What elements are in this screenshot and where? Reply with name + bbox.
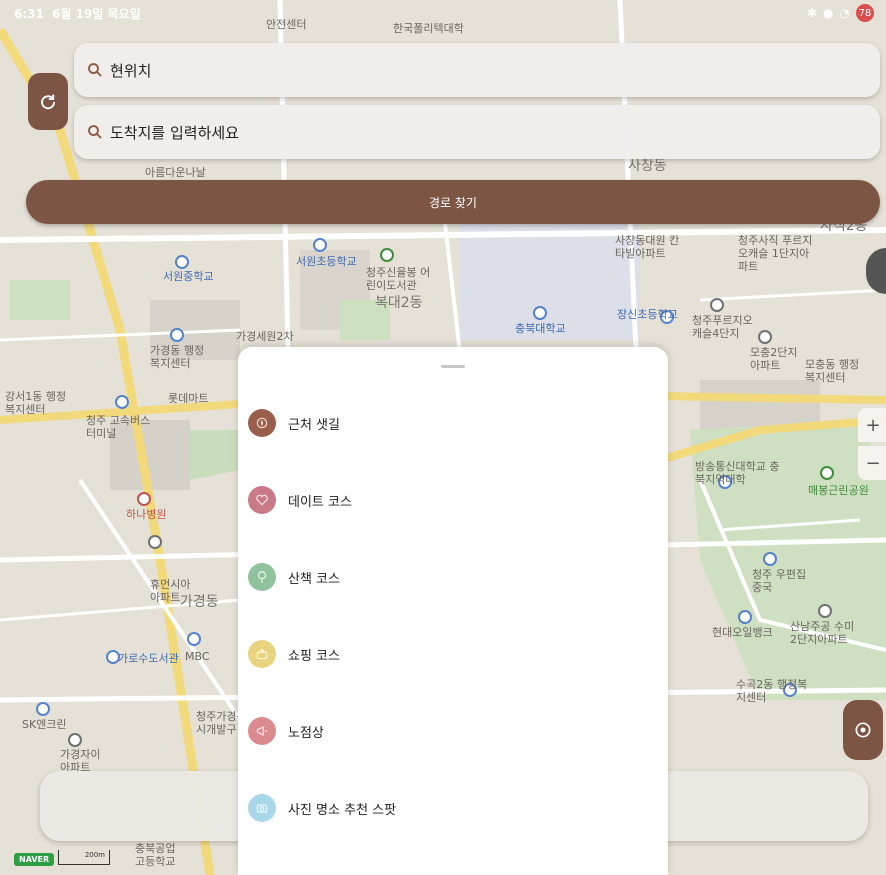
my-location-button[interactable]: [843, 700, 883, 760]
map-label: 가로수도서관: [118, 652, 179, 665]
map-poi[interactable]: [187, 632, 201, 646]
map-label: 사창동: [628, 158, 667, 174]
map-label: 하나병원: [126, 508, 167, 521]
map-poi[interactable]: [170, 328, 184, 342]
map-poi[interactable]: [115, 395, 129, 409]
camera-icon: [248, 794, 276, 822]
find-route-button[interactable]: 경로 찾기: [26, 180, 880, 224]
map-poi[interactable]: [738, 610, 752, 624]
option-shopping-course[interactable]: 쇼핑 코스: [248, 630, 548, 678]
origin-text: 현위치: [110, 61, 152, 80]
map-label: 서원중학교: [163, 270, 214, 283]
map-label: 청주 우편집중국: [752, 568, 807, 594]
destination-input[interactable]: 도착지를 입력하세요: [74, 105, 880, 159]
search-icon: [88, 63, 102, 77]
refresh-button[interactable]: [28, 73, 68, 130]
option-street-vendor[interactable]: 노점상: [248, 707, 548, 755]
map-poi[interactable]: [820, 466, 834, 480]
naver-logo: NAVER: [14, 853, 55, 866]
battery-icon: 78: [856, 4, 874, 22]
wifi-icon: ◔: [839, 6, 850, 20]
option-walk-course[interactable]: 산책 코스: [248, 553, 548, 601]
map-label: 청주사직 푸르지오캐슬 1단지아파트: [738, 234, 813, 273]
map-label: 방송통신대학교 충북지역대학: [695, 460, 780, 486]
course-options-sheet: 근처 샛길 데이트 코스 산책 코스 쇼핑 코스 노점상 사진 명소 추천 스팟: [238, 347, 668, 875]
map-label: 가경동: [180, 594, 219, 610]
zoom-in-button[interactable]: +: [858, 408, 886, 442]
map-label: 모충2단지 아파트: [750, 346, 798, 372]
refresh-icon: [41, 93, 55, 109]
map-label: SK엔크린: [22, 718, 67, 731]
destination-placeholder: 도착지를 입력하세요: [110, 123, 239, 142]
map-label: 롯데마트: [168, 392, 209, 405]
map-poi[interactable]: [313, 238, 327, 252]
map-label: 장신초등학교: [617, 308, 678, 321]
map-label: 청주푸르지오 캐슬4단지: [692, 314, 753, 340]
map-poi[interactable]: [175, 255, 189, 269]
origin-input[interactable]: 현위치: [74, 43, 880, 97]
map-label: 가경동 행정복지센터: [150, 344, 205, 370]
map-label: 사창동대원 칸타빌아파트: [615, 234, 680, 260]
location-icon: ●: [823, 6, 834, 20]
zoom-out-button[interactable]: −: [858, 446, 886, 480]
basket-icon: [248, 640, 276, 668]
map-label: 모충동 행정복지센터: [805, 358, 860, 384]
map-label: 매봉근린공원: [808, 484, 869, 497]
map-poi[interactable]: [710, 298, 724, 312]
map-label: 수곡2동 행정복지센터: [736, 678, 808, 704]
megaphone-icon: [248, 717, 276, 745]
tree-icon: [248, 563, 276, 591]
map-label: 현대오일뱅크: [712, 626, 773, 639]
map-label: 아름다운나날: [145, 166, 206, 179]
map-label: MBC: [185, 650, 210, 663]
map-label: 충북대학교: [515, 322, 566, 335]
map-poi[interactable]: [148, 535, 162, 549]
status-bar: 6:31 6월 19일 목요일 ✱ ● ◔ 78: [0, 0, 886, 24]
map-label: 강서1동 행정복지센터: [5, 390, 67, 416]
map-poi[interactable]: [68, 733, 82, 747]
map-scale: 200m: [58, 850, 110, 865]
map-label: 가경세원2차: [236, 330, 294, 343]
sheet-drag-handle[interactable]: [441, 365, 465, 368]
search-icon: [88, 125, 102, 139]
map-poi[interactable]: [380, 248, 394, 262]
map-label: 청주 고속버스터미널: [86, 414, 151, 440]
status-time: 6:31 6월 19일 목요일: [14, 7, 141, 21]
map-poi[interactable]: [818, 604, 832, 618]
map-poi[interactable]: [36, 702, 50, 716]
map-poi[interactable]: [763, 552, 777, 566]
target-icon: [855, 722, 871, 738]
map-label: 서원초등학교: [296, 255, 357, 268]
heart-icon: [248, 486, 276, 514]
option-date-course[interactable]: 데이트 코스: [248, 476, 548, 524]
option-photo-spot[interactable]: 사진 명소 추천 스팟: [248, 784, 548, 832]
map-label: 산남주공 수미2단지아파트: [790, 620, 855, 646]
map-poi[interactable]: [533, 306, 547, 320]
option-shortcut[interactable]: 근처 샛길: [248, 399, 548, 447]
map-label: 충북공업 고등학교: [135, 842, 176, 868]
bluetooth-icon: ✱: [806, 6, 818, 20]
map-label: 복대2동: [375, 295, 423, 311]
compass-icon: [248, 409, 276, 437]
map-poi[interactable]: [137, 492, 151, 506]
map-label: 청주신율봉 어린이도서관: [366, 266, 431, 292]
